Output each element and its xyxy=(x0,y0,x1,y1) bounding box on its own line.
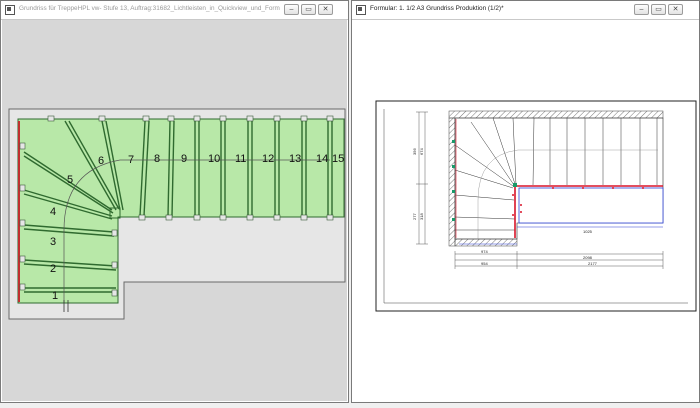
step-number: 3 xyxy=(50,236,56,248)
step-number: 14 xyxy=(316,153,328,165)
dim-label: 277 xyxy=(412,213,417,220)
dim-label: 674 xyxy=(419,148,424,155)
form-window[interactable]: Formular: 1. 1/2 A3 Grundriss Produktion… xyxy=(351,0,700,403)
dim-label: 954 xyxy=(481,261,488,266)
dim-label: 356 xyxy=(412,148,417,155)
close-button[interactable]: ✕ xyxy=(318,4,333,15)
step-number: 6 xyxy=(98,155,104,167)
step-number: 10 xyxy=(208,153,220,165)
dim-label: 2098 xyxy=(583,255,593,260)
production-drawing: 356 674 277 318 1025 974 2098 954 2177 xyxy=(375,100,697,312)
minimize-button[interactable]: – xyxy=(634,4,649,15)
window-title: Formular: 1. 1/2 A3 Grundriss Produktion… xyxy=(370,5,504,12)
form-canvas[interactable]: 356 674 277 318 1025 974 2098 954 2177 xyxy=(353,20,698,401)
hatched-wall-left xyxy=(448,117,456,247)
step-number: 5 xyxy=(67,174,73,186)
step-number: 4 xyxy=(50,206,56,218)
floorplan-window-icon xyxy=(5,5,15,15)
step-number: 12 xyxy=(262,153,274,165)
hatched-wall-bottom xyxy=(454,238,518,247)
step-number: 13 xyxy=(289,153,301,165)
floor-opening xyxy=(518,187,664,224)
maximize-button[interactable]: ▭ xyxy=(301,4,316,15)
dim-label: 1025 xyxy=(583,229,593,234)
floorplan-canvas[interactable]: 1 2 3 4 5 6 7 8 9 10 11 12 13 14 15 xyxy=(2,20,347,401)
form-window-icon xyxy=(356,5,366,15)
close-button[interactable]: ✕ xyxy=(668,4,683,15)
window-titlebar[interactable]: Formular: 1. 1/2 A3 Grundriss Produktion… xyxy=(352,1,699,20)
staircase-floorplan: 1 2 3 4 5 6 7 8 9 10 11 12 13 14 15 xyxy=(8,108,346,320)
window-title: Grundriss für TreppeHPL vw- Stufe 13, Au… xyxy=(19,5,280,12)
step-number: 7 xyxy=(128,154,134,166)
minimize-button[interactable]: – xyxy=(284,4,299,15)
step-number: 2 xyxy=(50,263,56,275)
maximize-button[interactable]: ▭ xyxy=(651,4,666,15)
window-titlebar[interactable]: Grundriss für TreppeHPL vw- Stufe 13, Au… xyxy=(1,1,348,20)
hatched-wall-top xyxy=(448,110,664,119)
step-number: 1 xyxy=(52,290,58,302)
step-number: 8 xyxy=(154,153,160,165)
step-number: 9 xyxy=(181,153,187,165)
dim-label: 2177 xyxy=(588,261,598,266)
step-number: 15 xyxy=(332,153,344,165)
step-number: 11 xyxy=(235,153,246,165)
floorplan-window[interactable]: Grundriss für TreppeHPL vw- Stufe 13, Au… xyxy=(0,0,349,403)
dim-label: 974 xyxy=(481,249,488,254)
dim-label: 318 xyxy=(419,213,424,220)
